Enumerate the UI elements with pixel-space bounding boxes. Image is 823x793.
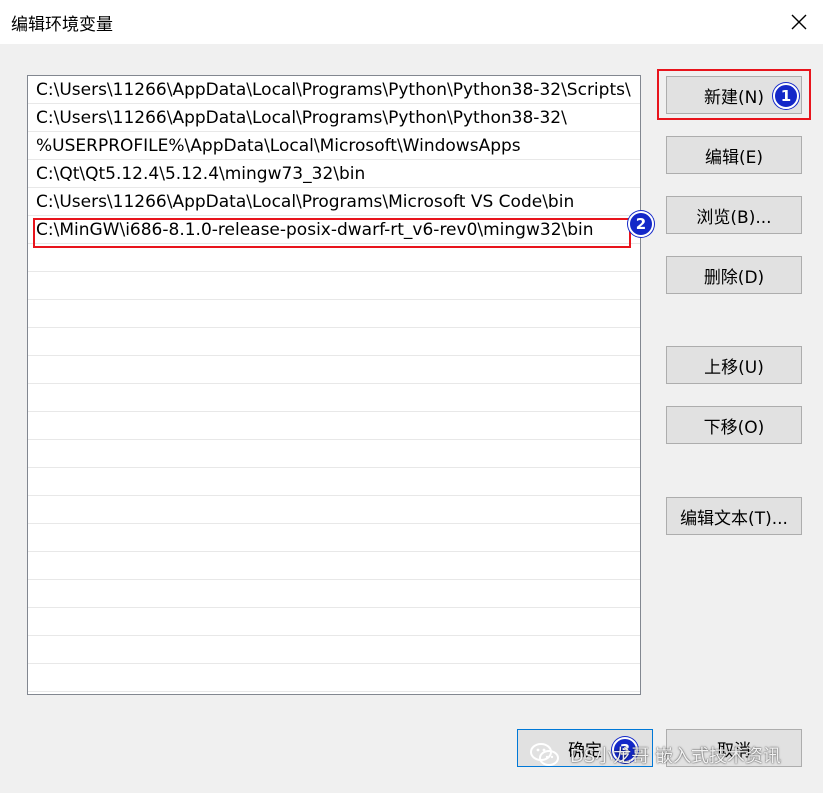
list-item-selected[interactable]: C:\MinGW\i686-8.1.0-release-posix-dwarf-… — [28, 216, 640, 244]
edit-text-button[interactable]: 编辑文本(T)... — [666, 497, 802, 535]
step-badge-2: 2 — [628, 211, 654, 237]
empty-row — [28, 384, 640, 412]
title-bar: 编辑环境变量 — [0, 0, 823, 44]
list-item[interactable]: C:\Users\11266\AppData\Local\Programs\Mi… — [28, 188, 640, 216]
empty-row — [28, 524, 640, 552]
list-item[interactable]: C:\Users\11266\AppData\Local\Programs\Py… — [28, 104, 640, 132]
cancel-button[interactable]: 取消 — [666, 729, 802, 767]
empty-row — [28, 636, 640, 664]
move-up-button[interactable]: 上移(U) — [666, 346, 802, 384]
delete-button[interactable]: 删除(D) — [666, 256, 802, 294]
empty-row — [28, 440, 640, 468]
empty-row — [28, 412, 640, 440]
path-list[interactable]: C:\Users\11266\AppData\Local\Programs\Py… — [27, 75, 641, 695]
empty-row — [28, 272, 640, 300]
list-item[interactable]: C:\Qt\Qt5.12.4\5.12.4\mingw73_32\bin — [28, 160, 640, 188]
list-item[interactable]: %USERPROFILE%\AppData\Local\Microsoft\Wi… — [28, 132, 640, 160]
window-title: 编辑环境变量 — [11, 15, 113, 35]
empty-row — [28, 356, 640, 384]
close-icon — [791, 14, 807, 30]
step-badge-3: 3 — [612, 737, 638, 763]
empty-row — [28, 328, 640, 356]
browse-button[interactable]: 浏览(B)... — [666, 196, 802, 234]
empty-row — [28, 608, 640, 636]
empty-row — [28, 244, 640, 272]
close-button[interactable] — [785, 8, 813, 36]
empty-row — [28, 468, 640, 496]
empty-row — [28, 496, 640, 524]
edit-button[interactable]: 编辑(E) — [666, 136, 802, 174]
list-item[interactable]: C:\Users\11266\AppData\Local\Programs\Py… — [28, 76, 640, 104]
empty-row — [28, 580, 640, 608]
empty-row — [28, 300, 640, 328]
empty-row — [28, 552, 640, 580]
move-down-button[interactable]: 下移(O) — [666, 406, 802, 444]
empty-row — [28, 664, 640, 692]
step-badge-1: 1 — [773, 83, 799, 109]
